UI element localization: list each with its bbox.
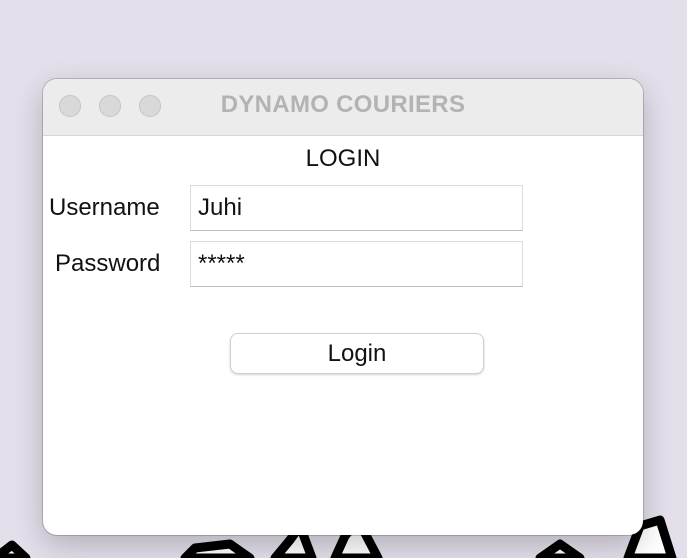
window-title: DYNAMO COURIERS xyxy=(220,91,466,118)
password-label: Password xyxy=(55,250,161,277)
form-heading: LOGIN xyxy=(305,145,381,172)
username-label: Username xyxy=(49,194,160,221)
login-form: LOGIN Username Password Login xyxy=(43,136,643,535)
username-input[interactable] xyxy=(190,185,523,231)
login-window: DYNAMO COURIERS LOGIN Username Password … xyxy=(43,79,643,535)
login-button[interactable]: Login xyxy=(230,333,484,374)
window-titlebar[interactable]: DYNAMO COURIERS xyxy=(43,79,643,136)
desktop: DYNAMO COURIERS LOGIN Username Password … xyxy=(0,0,687,558)
password-input[interactable] xyxy=(190,241,523,287)
